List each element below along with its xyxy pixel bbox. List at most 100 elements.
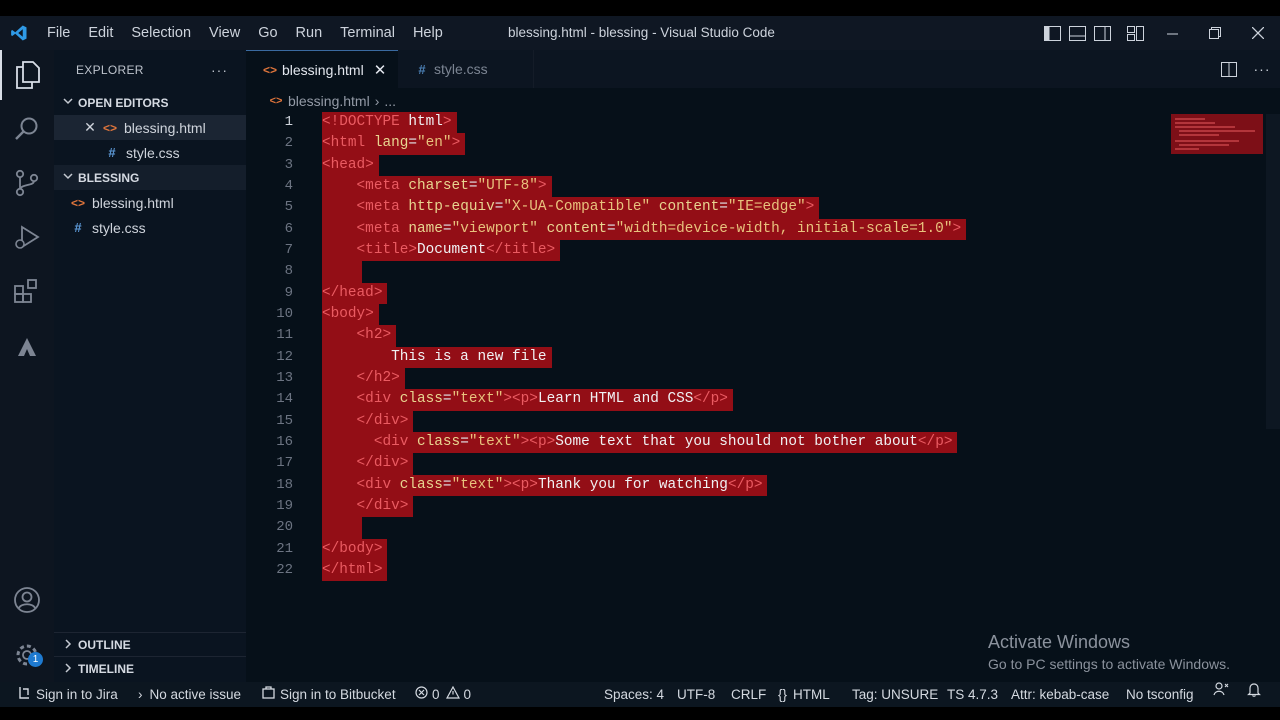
atlassian-icon[interactable] bbox=[0, 322, 54, 372]
outline-section[interactable]: OUTLINE bbox=[54, 632, 246, 656]
line-number: 5 bbox=[284, 199, 293, 216]
file-tree-item[interactable]: # style.css bbox=[54, 215, 246, 240]
menu-selection[interactable]: Selection bbox=[122, 16, 200, 50]
chevron-down-icon bbox=[60, 171, 76, 184]
error-count: 0 bbox=[432, 687, 440, 702]
chevron-right-icon bbox=[60, 662, 76, 676]
line-number: 18 bbox=[276, 476, 293, 493]
tab-blessing-html[interactable]: <> blessing.html ✕ bbox=[246, 50, 398, 88]
menu-view[interactable]: View bbox=[200, 16, 249, 50]
menu-edit[interactable]: Edit bbox=[79, 16, 122, 50]
menu-terminal[interactable]: Terminal bbox=[331, 16, 404, 50]
chevron-right-icon bbox=[60, 638, 76, 652]
open-editors-section[interactable]: OPEN EDITORS bbox=[54, 90, 246, 115]
line-number: 21 bbox=[276, 540, 293, 557]
feedback-icon[interactable] bbox=[1213, 682, 1229, 696]
layout-controls bbox=[1040, 16, 1148, 50]
timeline-section[interactable]: TIMELINE bbox=[54, 656, 246, 680]
line-number: 9 bbox=[284, 284, 293, 301]
editor-more-actions-icon[interactable]: ··· bbox=[1244, 61, 1280, 77]
tsconfig-status[interactable]: No tsconfig bbox=[1126, 682, 1194, 707]
explorer-more-actions-icon[interactable]: ··· bbox=[211, 62, 228, 78]
explorer-header: EXPLORER ··· bbox=[54, 50, 246, 90]
menu-bar: File Edit Selection View Go Run Terminal… bbox=[38, 16, 452, 50]
tag-case-status[interactable]: Tag: UNSURE bbox=[852, 682, 938, 707]
bitbucket-status[interactable]: Sign in to Bitbucket bbox=[262, 682, 396, 707]
code-line: 22 </html> bbox=[246, 559, 1246, 582]
status-bar: Sign in to Jira › No active issue Sign i… bbox=[0, 682, 1280, 707]
minimize-icon[interactable] bbox=[1150, 16, 1194, 50]
open-editor-item[interactable]: # style.css bbox=[54, 140, 246, 165]
line-number: 3 bbox=[284, 156, 293, 173]
folder-section[interactable]: BLESSING bbox=[54, 165, 246, 190]
indentation-status[interactable]: Spaces: 4 bbox=[604, 682, 664, 707]
line-number: 6 bbox=[284, 220, 293, 237]
eol-status[interactable]: CRLF bbox=[731, 682, 766, 707]
toggle-secondary-sidebar-icon[interactable] bbox=[1090, 16, 1114, 50]
breadcrumb-rest[interactable]: ... bbox=[384, 93, 396, 109]
line-number: 15 bbox=[276, 412, 293, 429]
jira-icon bbox=[18, 682, 31, 707]
code-text: </div> bbox=[322, 453, 414, 475]
line-number: 2 bbox=[284, 135, 293, 152]
menu-file[interactable]: File bbox=[38, 16, 79, 50]
braces-icon: {} bbox=[778, 687, 788, 702]
close-window-icon[interactable] bbox=[1236, 16, 1280, 50]
issue-label: No active issue bbox=[149, 687, 242, 702]
restore-icon[interactable] bbox=[1193, 16, 1237, 50]
vscode-logo-icon bbox=[0, 16, 38, 50]
line-number: 12 bbox=[276, 348, 293, 365]
line-number: 4 bbox=[284, 177, 293, 194]
toggle-primary-sidebar-icon[interactable] bbox=[1040, 16, 1064, 50]
tab-actions: ··· bbox=[1214, 50, 1280, 88]
code-line: 20 bbox=[246, 517, 1246, 539]
code-line: 13 </h2> bbox=[246, 367, 1246, 390]
jira-status[interactable]: Sign in to Jira bbox=[18, 682, 118, 707]
close-editor-icon[interactable]: ✕ bbox=[80, 119, 100, 136]
line-number: 10 bbox=[276, 305, 293, 322]
code-line: 17 </div> bbox=[246, 453, 1246, 475]
explorer-icon[interactable] bbox=[0, 50, 54, 100]
encoding-status[interactable]: UTF-8 bbox=[677, 682, 715, 707]
timeline-title: TIMELINE bbox=[78, 661, 134, 676]
tab-style-css[interactable]: # style.css bbox=[398, 50, 534, 88]
typescript-version-status[interactable]: TS 4.7.3 bbox=[947, 682, 998, 707]
attr-case-status[interactable]: Attr: kebab-case bbox=[1011, 682, 1109, 707]
breadcrumb-file[interactable]: blessing.html bbox=[288, 93, 370, 109]
problems-status[interactable]: 0 0 bbox=[415, 682, 471, 707]
code-text bbox=[322, 261, 362, 283]
language-status[interactable]: {} HTML bbox=[778, 682, 830, 707]
search-icon[interactable] bbox=[0, 104, 54, 154]
code-line: 3 <head> bbox=[246, 154, 1246, 176]
code-text: <div class="text"><p>Learn HTML and CSS<… bbox=[322, 389, 733, 411]
run-debug-icon[interactable] bbox=[0, 212, 54, 262]
code-text: </html> bbox=[322, 559, 388, 582]
accounts-icon[interactable] bbox=[0, 575, 54, 625]
line-number: 13 bbox=[276, 369, 293, 386]
notifications-bell-icon[interactable] bbox=[1247, 682, 1261, 697]
menu-help[interactable]: Help bbox=[404, 16, 452, 50]
menu-run[interactable]: Run bbox=[287, 16, 332, 50]
file-tree-item[interactable]: <> blessing.html bbox=[54, 190, 246, 215]
toggle-panel-icon[interactable] bbox=[1065, 16, 1089, 50]
code-text: <meta name="viewport" content="width=dev… bbox=[322, 218, 967, 240]
folder-title: BLESSING bbox=[78, 170, 140, 185]
open-editor-item[interactable]: ✕ <> blessing.html bbox=[54, 115, 246, 140]
vertical-scrollbar[interactable] bbox=[1266, 114, 1280, 429]
split-editor-icon[interactable] bbox=[1214, 61, 1244, 77]
extensions-icon[interactable] bbox=[0, 266, 54, 316]
menu-go[interactable]: Go bbox=[249, 16, 286, 50]
manage-gear-icon[interactable]: 1 bbox=[0, 630, 54, 680]
file-tree-label: blessing.html bbox=[92, 194, 174, 211]
code-text bbox=[322, 517, 362, 539]
title-bar: File Edit Selection View Go Run Terminal… bbox=[0, 16, 1280, 50]
minimap[interactable] bbox=[1171, 114, 1263, 154]
code-editor[interactable]: <> blessing.html › ... 1 <!DOCTYPE html> … bbox=[246, 88, 1280, 682]
code-line: 18 <div class="text"><p>Thank you for wa… bbox=[246, 474, 1246, 496]
customize-layout-icon[interactable] bbox=[1123, 16, 1147, 50]
line-number: 17 bbox=[276, 455, 293, 472]
outline-title: OUTLINE bbox=[78, 637, 131, 652]
source-control-icon[interactable] bbox=[0, 158, 54, 208]
close-tab-icon[interactable]: ✕ bbox=[374, 61, 387, 79]
issue-status[interactable]: › No active issue bbox=[138, 682, 241, 707]
